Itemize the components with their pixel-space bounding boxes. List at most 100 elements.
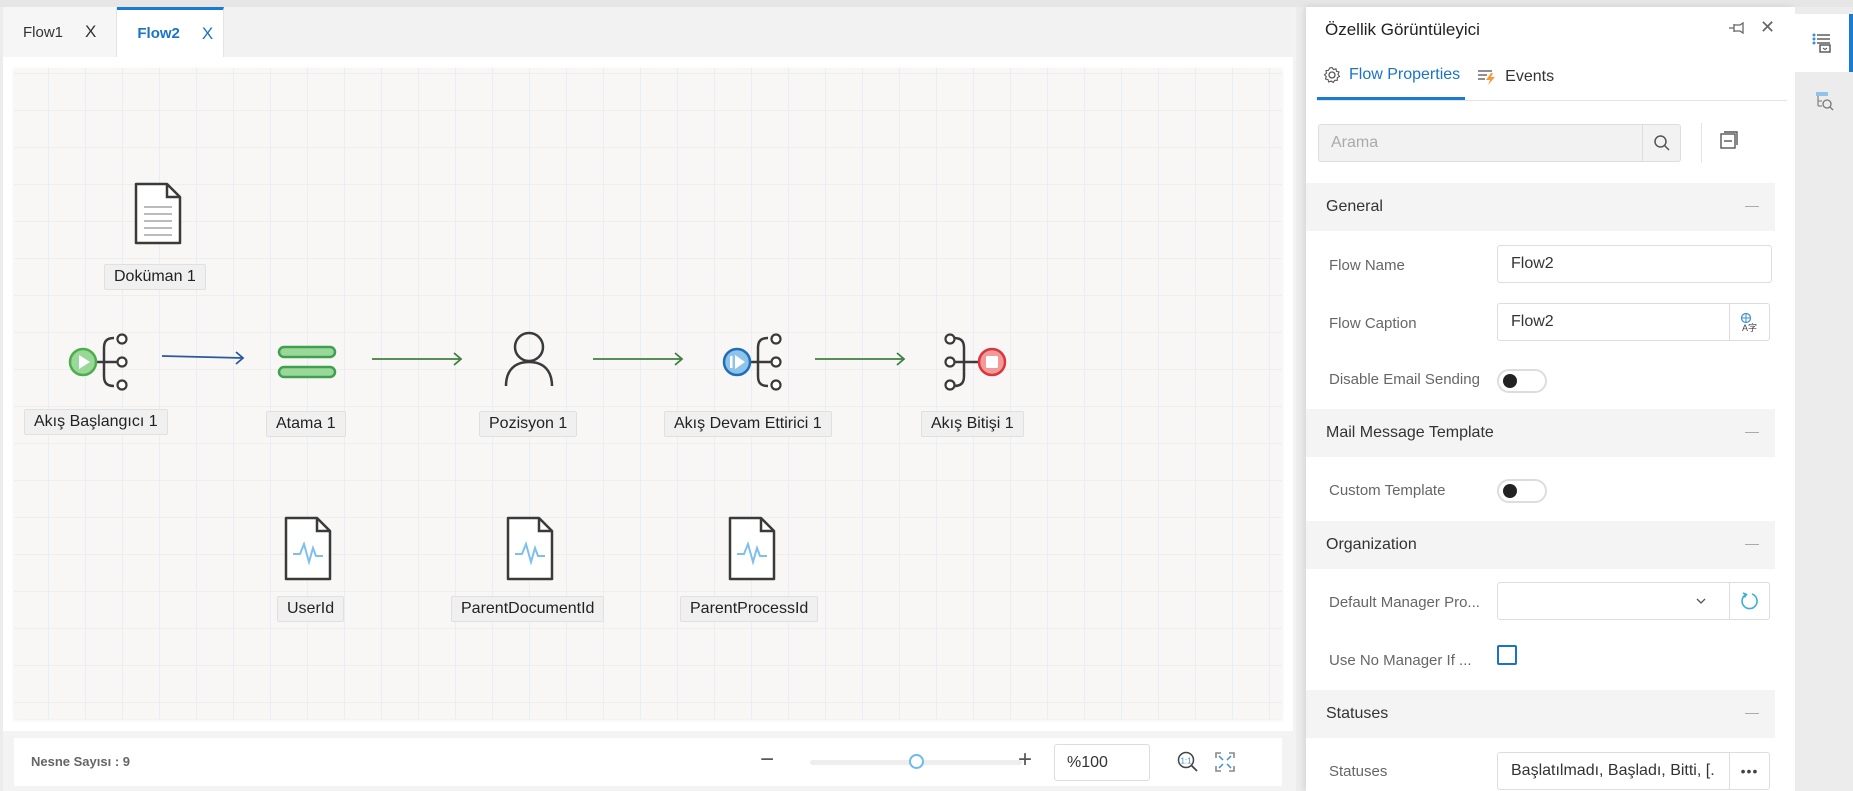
- edge-start-to-assignment[interactable]: [159, 348, 249, 368]
- zoom-in-button[interactable]: +: [1018, 748, 1032, 772]
- refresh-icon: [1740, 592, 1758, 610]
- property-label: Custom Template: [1329, 482, 1446, 499]
- flow-caption-input[interactable]: Flow2 A字: [1497, 303, 1770, 341]
- property-search: Arama: [1318, 124, 1681, 162]
- section-statuses[interactable]: Statuses: [1306, 690, 1775, 738]
- fit-screen-icon[interactable]: [1215, 752, 1235, 772]
- property-list-icon: [1812, 33, 1831, 53]
- close-icon[interactable]: X: [202, 24, 213, 44]
- node-variable-parentdocumentid[interactable]: [505, 516, 555, 582]
- pin-icon[interactable]: [1728, 21, 1748, 35]
- section-organization[interactable]: Organization: [1306, 521, 1775, 569]
- section-title: Mail Message Template: [1326, 424, 1494, 441]
- edge-position-to-continue[interactable]: [590, 349, 690, 369]
- flow-name-input[interactable]: Flow2: [1497, 245, 1772, 283]
- right-sidebar: [1795, 7, 1853, 791]
- tab-label: Flow1: [23, 23, 64, 41]
- zoom-level-input[interactable]: %100: [1054, 744, 1150, 781]
- node-variable-userid[interactable]: [283, 516, 333, 582]
- statuses-input[interactable]: Başlatılmadı, Başladı, Bitti, [. •••: [1497, 752, 1770, 790]
- node-label[interactable]: Akış Başlangıcı 1: [24, 409, 168, 435]
- collapse-all-icon[interactable]: [1720, 131, 1738, 149]
- node-assignment[interactable]: [276, 344, 338, 382]
- chevron-down-icon: [1696, 598, 1706, 604]
- tab-events[interactable]: Events: [1471, 61, 1560, 100]
- property-label: Disable Email Sending: [1329, 371, 1480, 388]
- node-variable-parentprocessid[interactable]: [727, 516, 777, 582]
- node-label[interactable]: UserId: [277, 596, 345, 622]
- object-count: Nesne Sayısı : 9: [31, 754, 130, 769]
- canvas-footer: Nesne Sayısı : 9 − + %100 1:1: [14, 738, 1282, 786]
- variable-file-icon: [284, 516, 332, 581]
- flow-caption-value: Flow2: [1511, 313, 1554, 330]
- zoom-slider[interactable]: [810, 754, 1022, 769]
- collapse-icon[interactable]: [1745, 544, 1759, 545]
- section-mail-template[interactable]: Mail Message Template: [1306, 409, 1775, 457]
- collapse-icon[interactable]: [1745, 432, 1759, 433]
- svg-text:A字: A字: [1742, 322, 1757, 332]
- search-input[interactable]: Arama: [1319, 134, 1642, 152]
- flow-canvas[interactable]: Doküman 1 Akış Başlangıcı 1 Atama 1 Pozi…: [14, 68, 1282, 719]
- tree-search-icon: [1816, 92, 1834, 111]
- node-position[interactable]: [503, 330, 555, 388]
- tab-flow2[interactable]: Flow2 X: [117, 7, 225, 57]
- node-flow-start[interactable]: [66, 332, 136, 392]
- translate-button[interactable]: A字: [1729, 304, 1769, 340]
- property-label: Flow Name: [1329, 257, 1405, 274]
- actual-size-icon[interactable]: 1:1: [1177, 751, 1199, 773]
- tab-flow1[interactable]: Flow1 X: [3, 7, 118, 57]
- zoom-slider-knob[interactable]: [909, 754, 924, 769]
- variable-file-icon: [728, 516, 776, 581]
- divider: [1701, 123, 1702, 163]
- search-icon: [1653, 135, 1670, 151]
- edge-assignment-to-position[interactable]: [369, 349, 469, 369]
- flow-editor: Flow1 X Flow2 X Doküman 1 Akış Başlangıc…: [3, 7, 1296, 791]
- node-flow-end[interactable]: [940, 332, 1010, 392]
- property-viewer-panel: Özellik Görüntüleyici ✕ Flow Properties …: [1306, 7, 1795, 791]
- gear-icon: [1323, 66, 1341, 84]
- edge-continue-to-end[interactable]: [812, 349, 912, 369]
- zoom-controls: − + %100 1:1: [742, 738, 1282, 786]
- flow-start-icon: [68, 333, 128, 391]
- svg-text:1:1: 1:1: [1180, 757, 1192, 766]
- collapse-icon[interactable]: [1745, 713, 1759, 714]
- sidebar-item-object-explorer[interactable]: [1795, 72, 1853, 130]
- node-label[interactable]: Pozisyon 1: [479, 411, 578, 437]
- section-title: General: [1326, 198, 1383, 215]
- search-button[interactable]: [1642, 125, 1680, 161]
- statuses-value: Başlatılmadı, Başladı, Bitti, [.: [1511, 762, 1715, 779]
- sidebar-item-properties[interactable]: [1795, 14, 1853, 72]
- tab-flow-properties[interactable]: Flow Properties: [1317, 61, 1466, 100]
- flow-end-icon: [944, 333, 1007, 391]
- zoom-out-button[interactable]: −: [760, 748, 774, 772]
- default-manager-select[interactable]: [1497, 582, 1770, 620]
- canvas-container: Doküman 1 Akış Başlangıcı 1 Atama 1 Pozi…: [3, 57, 1293, 731]
- custom-template-toggle[interactable]: [1497, 479, 1547, 503]
- close-icon[interactable]: X: [85, 22, 96, 42]
- node-label[interactable]: ParentDocumentId: [451, 596, 605, 622]
- tab-label: Flow2: [137, 25, 180, 42]
- node-flow-continue[interactable]: [720, 332, 790, 392]
- top-bar: [0, 0, 1853, 7]
- use-no-manager-checkbox[interactable]: [1497, 645, 1517, 665]
- node-label[interactable]: Akış Devam Ettirici 1: [664, 411, 832, 437]
- node-label[interactable]: ParentProcessId: [680, 596, 819, 622]
- disable-email-toggle[interactable]: [1497, 369, 1547, 393]
- node-label[interactable]: Doküman 1: [104, 264, 206, 290]
- property-label: Statuses: [1329, 763, 1388, 780]
- close-icon[interactable]: ✕: [1760, 17, 1775, 38]
- flow-continue-icon: [722, 333, 782, 391]
- property-label: Use No Manager If ...: [1329, 652, 1472, 669]
- refresh-button[interactable]: [1729, 583, 1769, 619]
- document-tabs: Flow1 X Flow2 X: [3, 7, 1293, 57]
- section-title: Organization: [1326, 536, 1417, 553]
- translate-icon: A字: [1740, 312, 1757, 332]
- events-icon: [1478, 69, 1496, 85]
- node-label[interactable]: Atama 1: [266, 411, 346, 437]
- collapse-icon[interactable]: [1745, 206, 1759, 207]
- section-general[interactable]: General: [1306, 183, 1775, 231]
- section-title: Statuses: [1326, 705, 1389, 722]
- more-button[interactable]: •••: [1729, 753, 1769, 789]
- node-label[interactable]: Akış Bitişi 1: [921, 411, 1024, 437]
- node-document[interactable]: [133, 182, 183, 246]
